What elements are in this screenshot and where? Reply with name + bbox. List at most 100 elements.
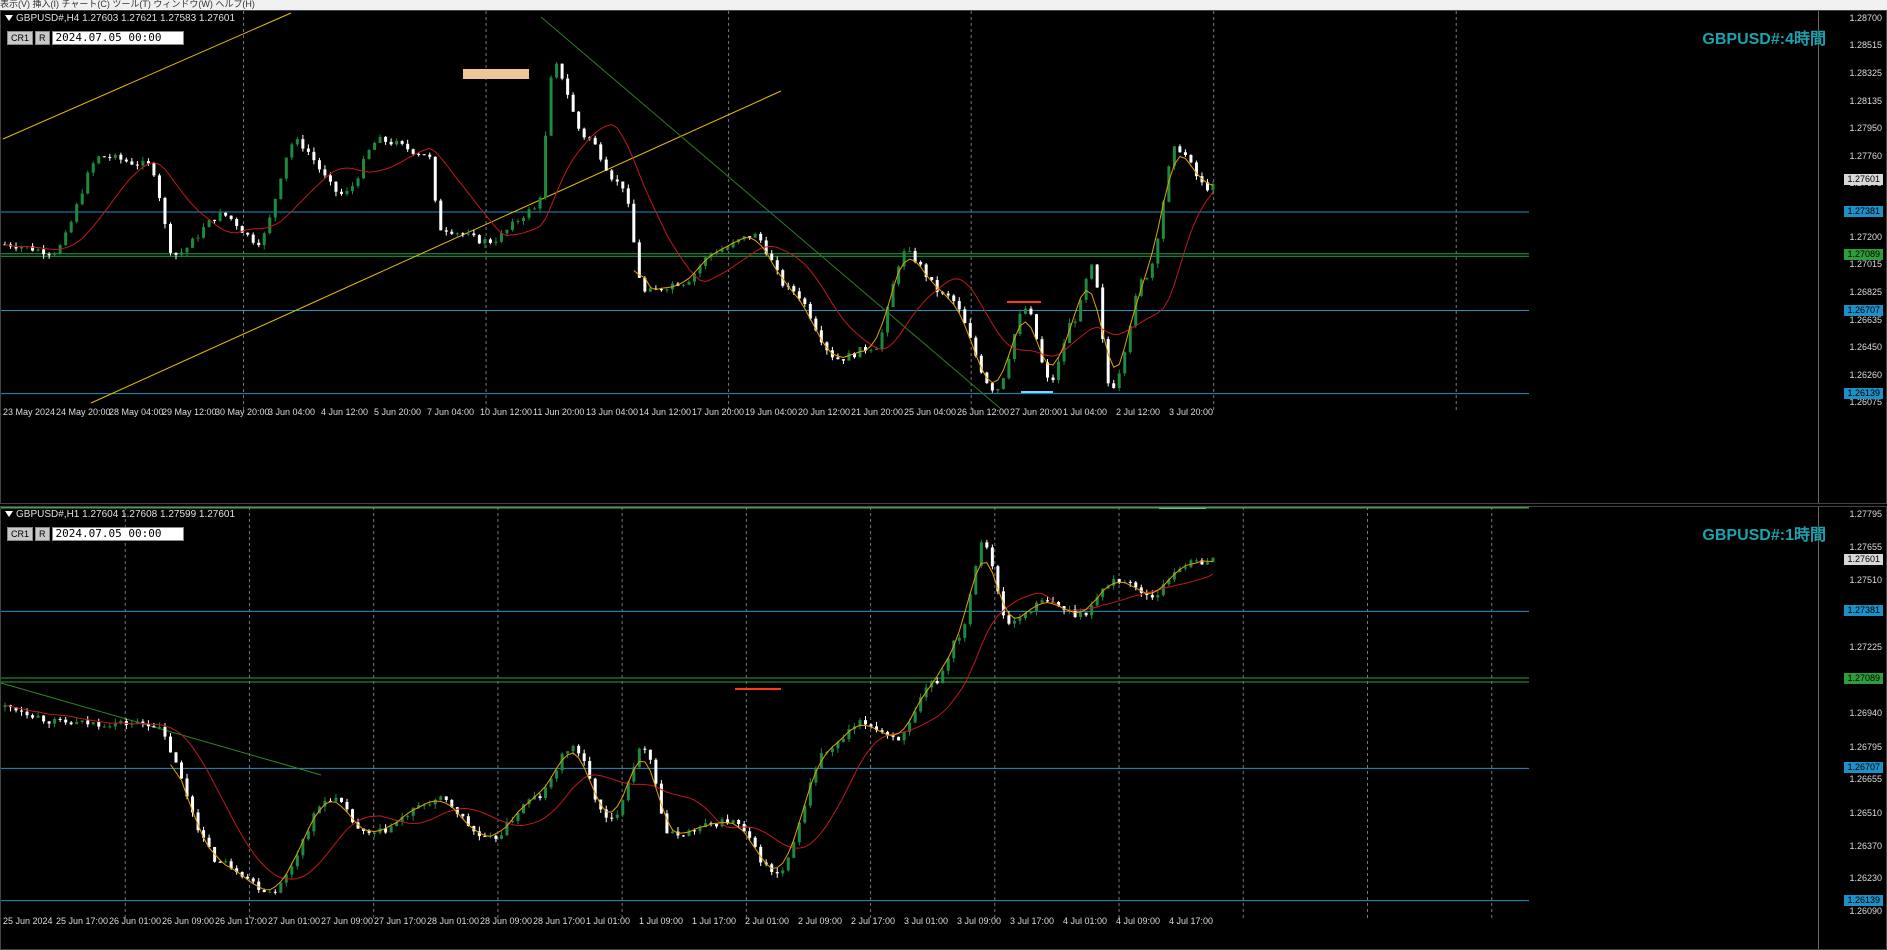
candle-body [146, 161, 150, 164]
candle-body [80, 720, 84, 723]
candle-body [566, 78, 570, 95]
candle-body [312, 151, 316, 161]
candle-body [797, 291, 801, 299]
candle-body [411, 807, 415, 816]
candle-body [152, 726, 156, 728]
candle-body [334, 181, 338, 192]
candle-body [224, 212, 228, 216]
candle-body [251, 878, 255, 882]
candle-body [356, 178, 360, 187]
time-tick-label: 2 Jul 09:00 [798, 916, 843, 926]
candle-body [224, 861, 228, 863]
candle-body [251, 234, 255, 243]
time-tick-label: 3 Jul 20:00 [1169, 407, 1214, 417]
chart-panel-h4[interactable]: GBPUSD#,H4 1.27603 1.27621 1.27583 1.276… [0, 10, 1887, 504]
cr1-button[interactable]: CR1 [7, 527, 34, 541]
candle-body [1090, 605, 1094, 616]
candle-body [1084, 278, 1088, 300]
candle-body [378, 136, 382, 143]
candle-body [246, 232, 250, 235]
candle-body [610, 170, 614, 180]
chart-info-h1: GBPUSD#,H1 1.27604 1.27608 1.27599 1.276… [5, 509, 235, 520]
candle-body [75, 722, 79, 725]
candle-body [560, 63, 564, 79]
candle-body [339, 191, 343, 194]
collapse-triangle-icon[interactable] [5, 511, 13, 518]
price-axis-h1[interactable]: 1.277951.276551.275101.273701.272251.270… [1818, 507, 1886, 949]
r-button[interactable]: R [35, 527, 50, 541]
candle-body [1084, 612, 1088, 616]
price-tick-label: 1.27200 [1849, 232, 1882, 243]
price-tick-label: 1.27225 [1849, 641, 1882, 652]
candle-body [577, 111, 581, 129]
candle-body [262, 889, 266, 893]
candle-body [908, 250, 912, 252]
candle-body [428, 154, 432, 157]
candle-body [389, 826, 393, 833]
price-axis-h4[interactable]: 1.28700 1.28515 1.28325 1.28135 1.27950 1.277… [1818, 11, 1886, 503]
candle-body [726, 247, 730, 250]
candle-body [246, 876, 250, 879]
candle-body [792, 842, 796, 858]
candle-body [367, 149, 371, 159]
candle-body [406, 815, 410, 817]
candle-body [373, 832, 377, 834]
candle-body [301, 139, 305, 149]
candle-body [384, 136, 388, 142]
candle-body [1007, 615, 1011, 624]
candle-body [213, 219, 217, 222]
date-field[interactable]: 2024.07.05 00:00 [51, 527, 184, 541]
candle-body [643, 748, 647, 750]
candle-body [279, 882, 283, 893]
r-button[interactable]: R [35, 31, 50, 45]
candle-body [1029, 611, 1033, 614]
candle-body [306, 148, 310, 152]
candle-body [803, 298, 807, 305]
candle-body [1057, 361, 1061, 381]
candle-body [334, 797, 338, 802]
candle-body [75, 204, 79, 222]
candle-body [323, 169, 327, 176]
trend-line [1, 682, 322, 776]
candle-body [919, 261, 923, 265]
cr1-button[interactable]: CR1 [7, 31, 34, 45]
candle-body [196, 237, 200, 239]
candle-body [670, 831, 674, 834]
candle-body [168, 736, 172, 753]
menu-text[interactable]: 表示(V) 挿入(I) チャート(C) ツール(T) ウィンドウ(W) ヘルプ(… [0, 0, 255, 10]
info-text: GBPUSD#,H1 1.27604 1.27608 1.27599 1.276… [16, 509, 236, 520]
candle-body [499, 233, 503, 242]
candle-body [538, 796, 542, 798]
candle-body [119, 154, 123, 160]
candle-body [1183, 152, 1187, 156]
candle-body [102, 726, 106, 728]
time-tick-label: 3 Jul 09:00 [957, 916, 1002, 926]
date-field[interactable]: 2024.07.05 00:00 [51, 31, 184, 45]
candle-body [157, 175, 161, 198]
timeframe-label: GBPUSD#:1時間 [1702, 527, 1826, 544]
candle-body [841, 359, 845, 361]
candle-body [880, 332, 884, 349]
candle-body [847, 353, 851, 361]
candle-body [516, 813, 520, 821]
price-tick-label: 1.26450 [1849, 342, 1882, 353]
chart-panel-h1[interactable]: GBPUSD#,H1 1.27604 1.27608 1.27599 1.276… [0, 506, 1887, 950]
time-tick-label: 13 Jun 04:00 [586, 407, 639, 417]
candlestick-chart-h1[interactable] [1, 507, 1821, 950]
candle-body [36, 715, 40, 718]
price-tick-label: 1.27015 [1849, 259, 1882, 270]
time-tick-label: 28 Jun 09:00 [480, 916, 533, 926]
candle-body [963, 309, 967, 324]
candle-body [593, 137, 597, 145]
time-tick-label: 1 Jul 04:00 [1063, 407, 1108, 417]
time-tick-label: 10 Jun 12:00 [480, 407, 533, 417]
candle-body [91, 163, 95, 173]
candle-body [637, 748, 641, 768]
time-tick-label: 5 Jun 20:00 [374, 407, 422, 417]
time-tick-label: 28 May 04:00 [109, 407, 164, 417]
candle-body [1034, 314, 1038, 340]
collapse-triangle-icon[interactable] [5, 15, 13, 22]
candle-body [516, 221, 520, 223]
candle-body [753, 233, 757, 238]
candlestick-chart-h4[interactable] [1, 11, 1821, 504]
